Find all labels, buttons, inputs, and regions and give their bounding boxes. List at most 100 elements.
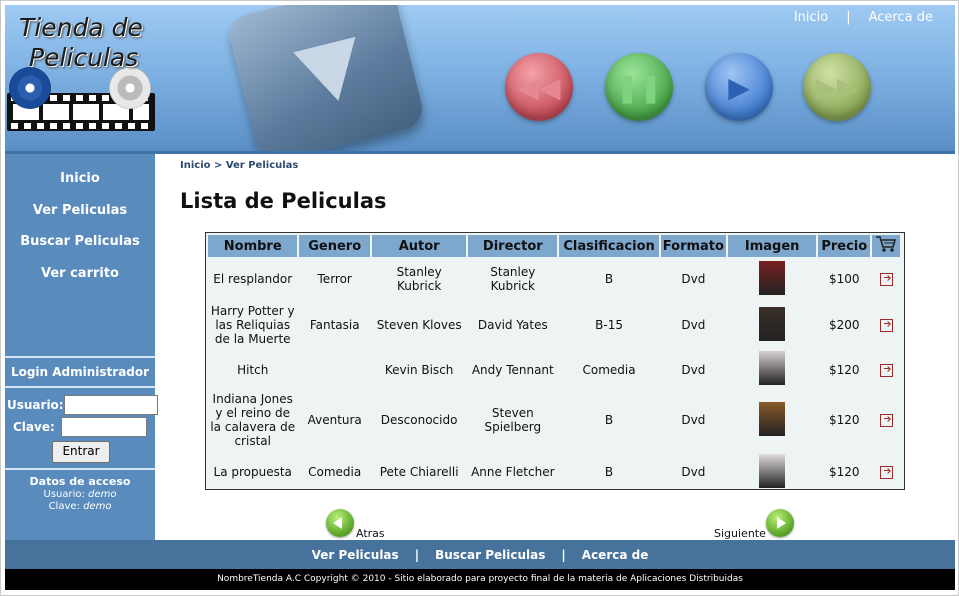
back-arrow-icon[interactable]	[326, 509, 354, 537]
cell-nombre: El resplandor	[213, 272, 293, 286]
cell-precio: $120	[829, 465, 860, 479]
pause-icon: ❚❚	[605, 53, 673, 121]
cell-clasificacion: B	[604, 413, 614, 427]
play-tile-decoration	[225, 5, 427, 151]
movie-poster-image[interactable]	[759, 351, 786, 385]
sidebar-item-ver-carrito[interactable]: Ver carrito	[5, 265, 155, 297]
top-nav-acerca-de[interactable]: Acerca de	[859, 10, 943, 25]
dvd-disc-icon	[9, 67, 51, 109]
cell-formato: Dvd	[681, 272, 706, 286]
add-to-cart-arrow-icon[interactable]	[879, 414, 893, 427]
cell-add	[872, 259, 900, 299]
cell-nombre: La propuesta	[213, 465, 292, 479]
breadcrumb[interactable]: Inicio > Ver Peliculas	[180, 160, 298, 171]
username-label: Usuario:	[7, 398, 64, 412]
cell-director: Stanley Kubrick	[490, 265, 536, 293]
cell-formato: Dvd	[681, 413, 706, 427]
access-title: Datos de acceso	[29, 475, 131, 488]
login-title: Login Administrador	[5, 358, 155, 388]
cell-formato: Dvd	[681, 318, 706, 332]
cell-formato: Dvd	[681, 465, 706, 479]
top-nav-inicio[interactable]: Inicio	[784, 10, 838, 25]
cell-precio: $100	[829, 272, 860, 286]
password-label: Clave:	[13, 420, 55, 434]
sidebar: Inicio Ver Peliculas Buscar Peliculas Ve…	[5, 154, 158, 540]
login-submit-button[interactable]: Entrar	[52, 441, 110, 463]
top-nav: Inicio | Acerca de	[784, 10, 943, 25]
page-title: Lista de Peliculas	[180, 189, 387, 213]
table-row: Harry Potter y las Reliquias de la Muert…	[208, 301, 900, 349]
cell-autor: Kevin Bisch	[384, 362, 454, 377]
col-genero: Genero	[299, 235, 370, 257]
nav-separator: |	[846, 10, 851, 25]
cell-imagen	[728, 351, 816, 388]
col-nombre: Nombre	[208, 235, 298, 257]
nav-separator: |	[414, 547, 420, 562]
cell-nombre: Indiana Jones y el reino de la calavera …	[210, 392, 296, 448]
cell-imagen	[728, 452, 816, 492]
cell-nombre: Harry Potter y las Reliquias de la Muert…	[210, 304, 295, 346]
password-input[interactable]	[61, 417, 147, 437]
cell-clasificacion: Comedia	[582, 362, 636, 377]
col-clasificacion: Clasificacion	[559, 235, 659, 257]
table-row: Indiana Jones y el reino de la calavera …	[208, 390, 900, 450]
col-imagen: Imagen	[727, 235, 817, 257]
add-to-cart-arrow-icon[interactable]	[879, 363, 893, 377]
add-to-cart-arrow-icon[interactable]	[879, 319, 893, 332]
next-arrow-icon[interactable]	[766, 509, 794, 537]
sidebar-item-buscar-peliculas[interactable]: Buscar Peliculas	[5, 233, 155, 265]
footer-link-ver-peliculas[interactable]: Ver Peliculas	[312, 548, 399, 562]
cell-add	[872, 390, 900, 450]
site-logo[interactable]: Tienda de Peliculas	[19, 13, 143, 73]
footer-link-acerca-de[interactable]: Acerca de	[582, 548, 649, 562]
cell-imagen	[728, 390, 816, 450]
username-input[interactable]	[63, 395, 158, 415]
next-link[interactable]: Siguiente	[714, 527, 766, 540]
sidebar-item-ver-peliculas[interactable]: Ver Peliculas	[5, 202, 155, 234]
col-formato: Formato	[660, 235, 726, 257]
cell-autor: Stanley Kubrick	[396, 265, 442, 293]
login-form: Login Administrador Usuario: Clave: Entr…	[5, 356, 158, 470]
copyright: NombreTienda A.C Copyright © 2010 - Siti…	[5, 569, 955, 590]
cell-clasificacion: B	[604, 272, 614, 286]
rewind-icon: ◀◀	[505, 53, 573, 121]
logo-line: Peliculas	[29, 43, 139, 72]
site-header: Tienda de Peliculas ◀◀ ❚❚ ▶ ▶▶ Inicio | …	[5, 5, 955, 154]
table-row: La propuesta Comedia Pete Chiarelli Anne Fl…	[208, 452, 900, 492]
cell-genero: Terror	[317, 272, 352, 286]
col-director: Director	[468, 235, 558, 257]
table-row: Hitch Kevin Bisch Andy Tennant Comedia Dvd $1…	[208, 351, 900, 388]
nav-separator: |	[561, 547, 566, 562]
movie-poster-image[interactable]	[759, 306, 786, 341]
cell-formato: Dvd	[681, 362, 706, 377]
cell-director: Anne Fletcher	[471, 465, 555, 479]
movie-poster-image[interactable]	[759, 401, 786, 436]
cell-director: Andy Tennant	[471, 362, 554, 377]
cell-precio: $200	[829, 318, 860, 332]
cell-imagen	[728, 301, 816, 349]
access-user: demo	[88, 489, 117, 500]
back-link[interactable]: Atras	[356, 527, 385, 540]
movies-table: Nombre Genero Autor Director Clasificaci…	[205, 232, 905, 490]
footer-link-buscar-peliculas[interactable]: Buscar Peliculas	[435, 548, 545, 562]
movie-poster-image[interactable]	[759, 260, 786, 295]
sidebar-menu: Inicio Ver Peliculas Buscar Peliculas Ve…	[5, 154, 155, 296]
footer-nav: Ver Peliculas | Buscar Peliculas | Acerc…	[5, 540, 955, 569]
table-row: El resplandor Terror Stanley Kubrick Stanle…	[208, 259, 900, 299]
access-info: Datos de acceso Usuario: demo Clave: dem…	[5, 476, 155, 513]
cart-icon[interactable]	[872, 235, 900, 257]
cell-clasificacion: B	[604, 465, 614, 479]
cell-autor: Desconocido	[380, 413, 458, 427]
dvd-disc-icon	[109, 67, 151, 109]
sidebar-item-inicio[interactable]: Inicio	[5, 170, 155, 202]
movie-poster-image[interactable]	[759, 453, 786, 488]
add-to-cart-arrow-icon[interactable]	[879, 466, 893, 479]
logo-line: Tienda de	[19, 13, 143, 42]
page-frame: Tienda de Peliculas ◀◀ ❚❚ ▶ ▶▶ Inicio | …	[0, 0, 959, 596]
add-to-cart-arrow-icon[interactable]	[879, 273, 893, 286]
access-pass: demo	[83, 501, 112, 512]
cell-imagen	[728, 259, 816, 299]
fast-forward-icon: ▶▶	[803, 53, 871, 121]
cell-autor: Pete Chiarelli	[379, 465, 459, 479]
cell-director: David Yates	[477, 318, 548, 332]
